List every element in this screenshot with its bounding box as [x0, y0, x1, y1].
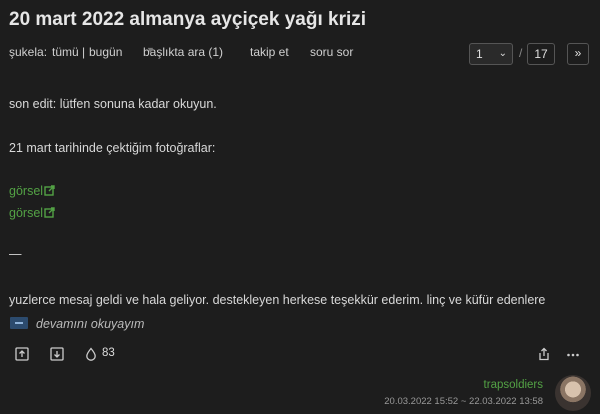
share-icon[interactable] — [537, 347, 551, 361]
entry-text-edit-note: son edit: lütfen sonuna kadar okuyun. — [9, 97, 217, 111]
read-more-link[interactable]: devamını okuyayım — [36, 317, 144, 331]
entry-dates[interactable]: 20.03.2022 15:52 ~ 22.03.2022 13:58 — [384, 396, 543, 407]
current-page: 1 — [476, 47, 483, 61]
topic-title[interactable]: 20 mart 2022 almanya ayçiçek yağı krizi — [9, 9, 366, 31]
image-link-1[interactable]: görsel — [9, 184, 55, 198]
image-link-2[interactable]: görsel — [9, 206, 55, 220]
last-page-button[interactable]: 17 — [527, 43, 555, 65]
upvote-icon[interactable] — [15, 347, 29, 361]
drop-icon[interactable] — [84, 347, 98, 361]
next-page-button[interactable]: » — [567, 43, 589, 65]
favorite-count: 83 — [102, 347, 115, 359]
author-link[interactable]: trapsoldiers — [484, 379, 543, 391]
subnav-separator: | — [82, 45, 86, 59]
image-link-2-label: görsel — [9, 206, 44, 220]
expand-icon[interactable] — [10, 317, 28, 329]
sukela-all-link[interactable]: tümü — [52, 45, 79, 59]
avatar[interactable] — [555, 375, 591, 411]
external-link-icon — [44, 185, 55, 196]
chevron-down-icon: ⌄ — [498, 48, 507, 59]
search-in-topic-label: başlıkta ara (1) — [143, 45, 224, 59]
entry-text-photos: 21 mart tarihinde çektiğim fotoğraflar: — [9, 141, 216, 155]
image-link-1-label: görsel — [9, 184, 44, 198]
more-icon[interactable] — [566, 347, 580, 361]
entry-actions: 83 — [0, 345, 600, 365]
ask-question-button[interactable]: soru sor — [310, 45, 353, 59]
page-select[interactable]: 1 ⌄ — [469, 43, 513, 65]
entry-divider: — — [9, 247, 22, 261]
page-divider: / — [519, 46, 523, 60]
chevron-down-icon: ▼ — [146, 45, 155, 55]
follow-button[interactable]: takip et — [250, 45, 289, 59]
entry-text-thanks: yuzlerce mesaj geldi ve hala geliyor. de… — [9, 293, 546, 307]
external-link-icon — [44, 207, 55, 218]
sukela-today-link[interactable]: bugün — [89, 45, 122, 59]
sukela-label: şukela: — [9, 45, 48, 59]
downvote-icon[interactable] — [50, 347, 64, 361]
